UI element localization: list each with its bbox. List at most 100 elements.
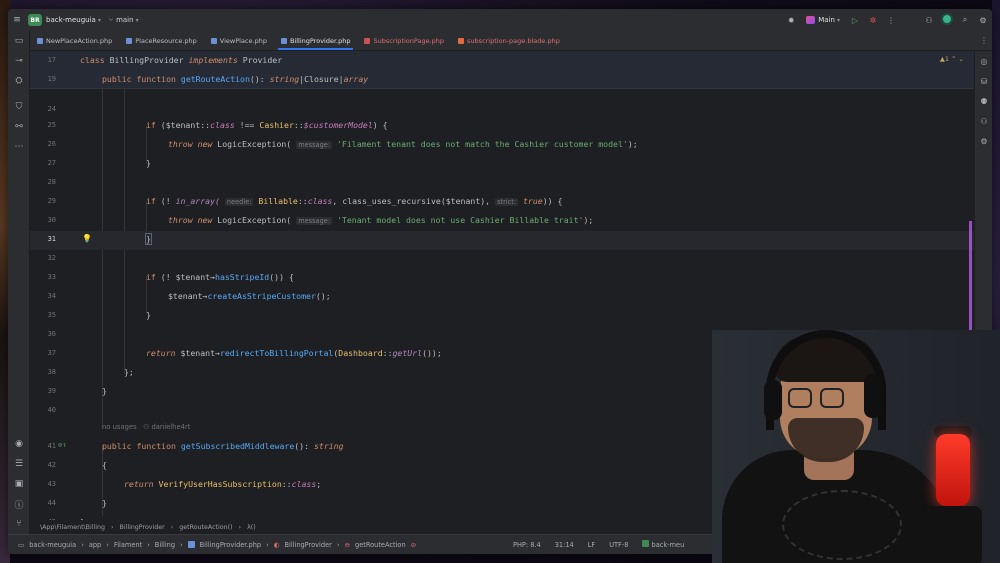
hamburger-menu-icon[interactable]: ≡ bbox=[8, 15, 26, 25]
implements-icon[interactable]: ⊙↑ bbox=[58, 441, 66, 449]
tab-subscription-blade[interactable]: subscription-page.blade.php bbox=[451, 31, 567, 50]
code-line[interactable]: 26 throw new LogicException( message: 'F… bbox=[30, 136, 974, 155]
vcs-widget[interactable]: back-meu bbox=[642, 540, 684, 549]
debug-icon[interactable]: ✲ bbox=[864, 16, 882, 25]
php-file-icon bbox=[37, 37, 43, 44]
tab-placeresource[interactable]: PlaceResource.php bbox=[119, 31, 204, 50]
method-icon: ⊖ bbox=[344, 540, 351, 549]
token: $customerModel bbox=[303, 120, 373, 130]
code-text: } bbox=[102, 498, 107, 508]
breadcrumb-item[interactable]: \App\Filament\Billing bbox=[40, 524, 105, 531]
plugin-icon[interactable]: ⚙ bbox=[975, 131, 992, 151]
token: getUrl bbox=[392, 348, 423, 358]
status-path-item[interactable]: Filament bbox=[114, 541, 142, 549]
run-configuration[interactable]: Main ▾ bbox=[806, 16, 840, 24]
token: $tenant→ bbox=[168, 291, 208, 301]
tab-label: ViewPlace.php bbox=[219, 36, 267, 45]
line-number: 28 bbox=[47, 178, 56, 186]
breadcrumb-separator: › bbox=[180, 540, 183, 549]
branch-name[interactable]: main bbox=[116, 16, 134, 24]
usages-label[interactable]: no usages ⚇ danielhe4rt bbox=[102, 423, 190, 431]
code-text: } bbox=[146, 310, 151, 320]
microphone-stand bbox=[924, 506, 982, 563]
more-tabs-icon[interactable]: ⋮ bbox=[976, 36, 992, 45]
run-icon[interactable]: ▷ bbox=[846, 16, 864, 25]
line-number: 37 bbox=[47, 349, 56, 357]
code-line[interactable]: 29 if (! in_array( needle: Billable::cla… bbox=[30, 193, 974, 212]
line-separator[interactable]: LF bbox=[588, 541, 595, 549]
notifications-icon[interactable]: ◎ bbox=[975, 51, 992, 71]
status-path-item[interactable]: back-meuguia bbox=[29, 541, 76, 549]
breadcrumb-separator: › bbox=[336, 540, 340, 549]
database-icon[interactable]: ⛁ bbox=[975, 71, 992, 91]
ai-chat-icon[interactable]: ⚉ bbox=[975, 91, 992, 111]
token: createAsStripeCustomer bbox=[207, 291, 316, 301]
search-icon[interactable]: ⌕ bbox=[956, 15, 974, 25]
php-version[interactable]: PHP: 8.4 bbox=[513, 541, 541, 549]
author-icon: ⚇ bbox=[143, 423, 150, 431]
problems-icon[interactable]: ⓘ bbox=[8, 494, 30, 514]
structure-icon[interactable]: ⚯ bbox=[8, 117, 30, 137]
ai-assistant-icon[interactable] bbox=[938, 15, 956, 25]
lambda-icon: ⊘ bbox=[410, 540, 417, 549]
bug-icon[interactable]: ✹ bbox=[782, 16, 800, 25]
sticky-scroll-header[interactable]: 17 class BillingProvider implements Prov… bbox=[30, 51, 974, 89]
chevron-down-icon[interactable]: ▾ bbox=[136, 17, 139, 24]
project-name[interactable]: back-meuguia bbox=[46, 16, 96, 24]
breadcrumb-item[interactable]: BillingProvider bbox=[120, 524, 165, 531]
git-icon[interactable]: ⑂ bbox=[8, 514, 30, 534]
code-line[interactable]: 34 $tenant→createAsStripeCustomer(); bbox=[30, 288, 974, 307]
status-path-item[interactable]: app bbox=[89, 541, 101, 549]
branch-icon: ⑂ bbox=[108, 16, 114, 24]
code-line[interactable]: 27 } bbox=[30, 155, 974, 174]
project-badge[interactable]: BR bbox=[28, 14, 42, 26]
tab-newplaceaction[interactable]: NewPlaceAction.php bbox=[30, 31, 119, 50]
lightbulb-icon[interactable]: 💡 bbox=[82, 234, 92, 243]
status-path-item[interactable]: Billing bbox=[155, 541, 175, 549]
code-line[interactable]: 25 if ($tenant::class !== Cashier::$cust… bbox=[30, 117, 974, 136]
status-path-item[interactable]: BillingProvider bbox=[284, 541, 331, 549]
status-path-item[interactable]: getRouteAction bbox=[355, 541, 406, 549]
project-folder-icon[interactable]: ▭ bbox=[8, 31, 30, 51]
todo-icon[interactable]: ☰ bbox=[8, 454, 30, 474]
code-text: class BillingProvider implements Provide… bbox=[80, 55, 283, 65]
chevron-down-icon[interactable]: ▾ bbox=[98, 17, 101, 24]
tab-label: SubscriptionPage.php bbox=[373, 36, 445, 45]
more-tools-icon[interactable]: ⋯ bbox=[8, 137, 30, 157]
more-icon[interactable]: ⋮ bbox=[882, 16, 900, 25]
terminal-icon[interactable]: ▣ bbox=[8, 474, 30, 494]
breadcrumb-item[interactable]: getRouteAction() bbox=[179, 524, 232, 531]
tab-viewplace[interactable]: ViewPlace.php bbox=[204, 31, 274, 50]
left-tool-strip: ▭ ⊸ ⛭ ⛉ ⚯ ⋯ ◉ ☰ ▣ ⓘ ⑂ bbox=[8, 31, 30, 534]
inspection-widget[interactable]: ▲1 ⌃ ⌄ bbox=[940, 55, 964, 63]
commit-icon[interactable]: ⊸ bbox=[8, 51, 30, 71]
token: :: bbox=[382, 348, 393, 358]
parameter-hint: needle: bbox=[224, 198, 254, 206]
file-encoding[interactable]: UTF-8 bbox=[609, 541, 628, 549]
copilot-chat-icon[interactable]: ⚇ bbox=[975, 111, 992, 131]
code-text: return VerifyUserHasSubscription::class; bbox=[124, 479, 321, 489]
sticky-line[interactable]: 19 public function getRouteAction(): str… bbox=[30, 71, 974, 90]
inspection-count: 1 bbox=[944, 55, 949, 63]
code-line[interactable]: 30 throw new LogicException( message: 'T… bbox=[30, 212, 974, 231]
current-line[interactable]: 31 💡 } bbox=[30, 231, 974, 250]
sticky-line[interactable]: 17 class BillingProvider implements Prov… bbox=[30, 52, 974, 71]
breadcrumb-item[interactable]: λ() bbox=[247, 524, 256, 531]
bookmarks-icon[interactable]: ⛉ bbox=[8, 97, 30, 117]
code-line[interactable]: 32 bbox=[30, 250, 974, 269]
tab-subscriptionpage[interactable]: SubscriptionPage.php bbox=[357, 31, 451, 50]
copilot-icon[interactable]: ⛭ bbox=[8, 71, 30, 91]
settings-icon[interactable]: ⚙ bbox=[974, 16, 992, 25]
add-user-icon[interactable]: ⚇ bbox=[920, 16, 938, 25]
php-file-icon bbox=[126, 37, 133, 44]
caret-position[interactable]: 31:14 bbox=[555, 541, 574, 549]
token: Dashboard bbox=[338, 348, 383, 358]
headphones-right-cup bbox=[864, 374, 882, 418]
code-line[interactable]: 33 if (! $tenant→hasStripeId()) { bbox=[30, 269, 974, 288]
code-line[interactable]: 28 bbox=[30, 174, 974, 193]
status-path-item[interactable]: BillingProvider.php bbox=[200, 541, 261, 549]
tab-billingprovider[interactable]: BillingProvider.php bbox=[274, 31, 358, 50]
code-line[interactable]: 35 } bbox=[30, 307, 974, 326]
line-number: 17 bbox=[47, 56, 56, 64]
services-icon[interactable]: ◉ bbox=[8, 434, 30, 454]
